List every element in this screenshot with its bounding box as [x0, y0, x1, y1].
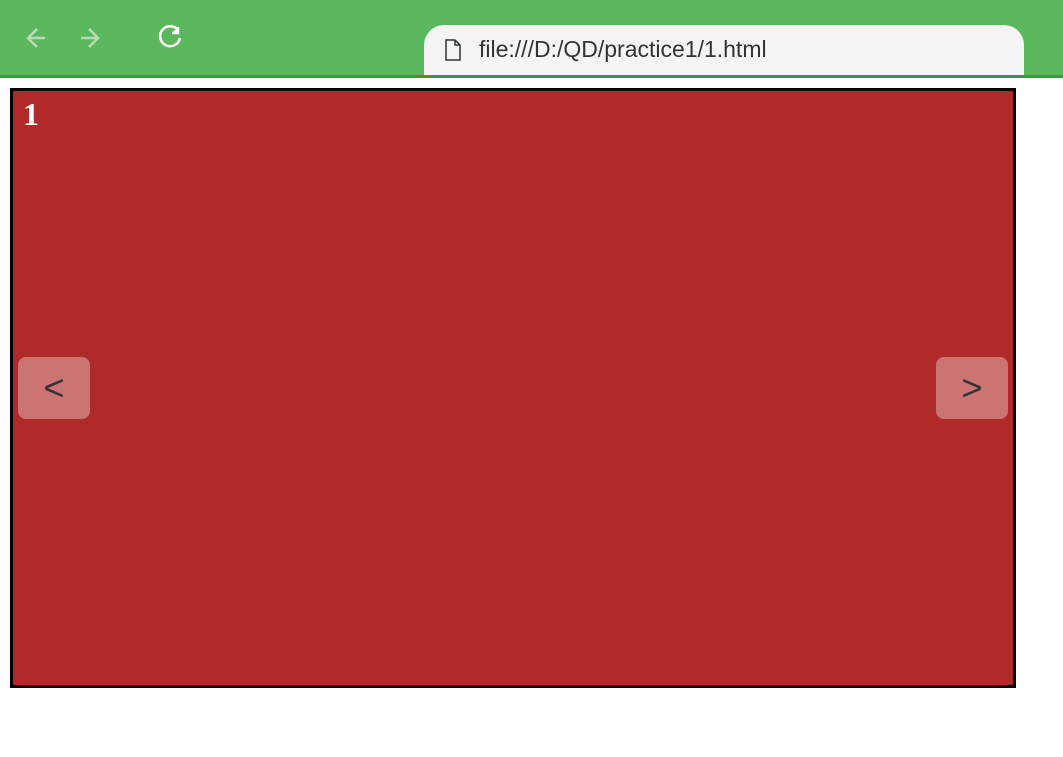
- reload-button[interactable]: [156, 24, 184, 52]
- address-bar[interactable]: file:///D:/QD/practice1/1.html: [424, 25, 1024, 75]
- slide-number: 1: [23, 96, 39, 133]
- reload-icon: [157, 25, 183, 51]
- file-icon: [444, 39, 464, 61]
- content-area: 1 < >: [0, 78, 1063, 698]
- arrow-right-icon: [79, 25, 105, 51]
- carousel-prev-button[interactable]: <: [18, 357, 90, 419]
- carousel-next-button[interactable]: >: [936, 357, 1008, 419]
- url-text: file:///D:/QD/practice1/1.html: [479, 36, 767, 63]
- browser-toolbar: file:///D:/QD/practice1/1.html: [0, 0, 1063, 75]
- back-button[interactable]: [20, 24, 48, 52]
- carousel-container: 1 < >: [10, 88, 1016, 688]
- forward-button[interactable]: [78, 24, 106, 52]
- arrow-left-icon: [21, 25, 47, 51]
- nav-buttons-group: [20, 24, 184, 52]
